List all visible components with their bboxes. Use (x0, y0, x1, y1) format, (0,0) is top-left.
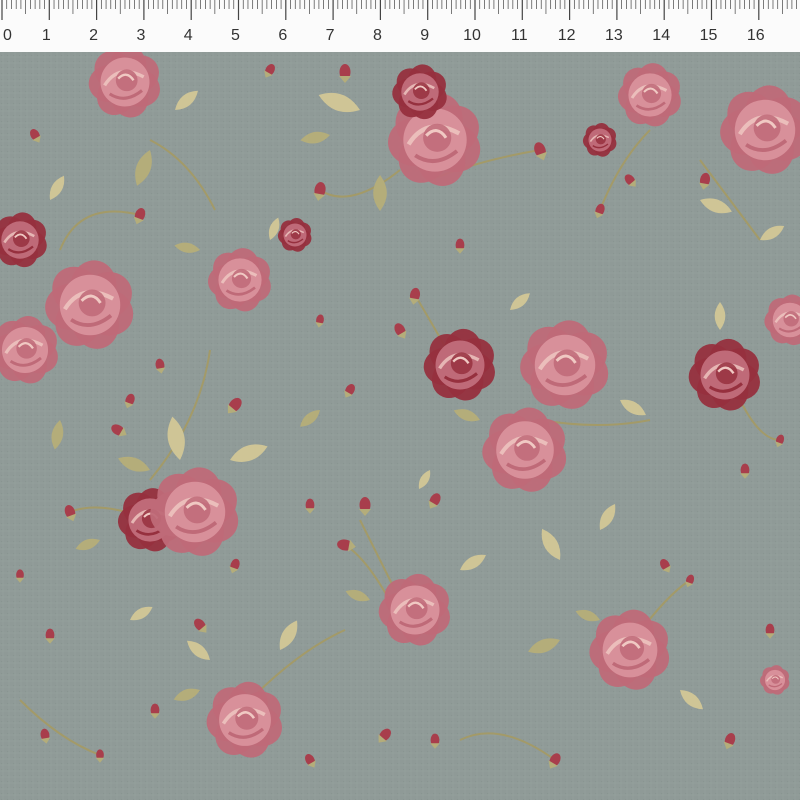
ruler-label: 8 (373, 27, 382, 44)
ruler-label: 14 (652, 27, 670, 44)
ruler-label: 12 (558, 27, 576, 44)
rose-fabric-pattern (0, 52, 800, 800)
ruler-label: 1 (42, 27, 51, 44)
ruler-label: 4 (184, 27, 193, 44)
measuring-ruler: 0 1 2 3 4 5 6 7 8 9 10 11 12 13 14 15 16 (0, 0, 800, 53)
fabric-photo: 0 1 2 3 4 5 6 7 8 9 10 11 12 13 14 15 16 (0, 0, 800, 800)
ruler-scale: 0 1 2 3 4 5 6 7 8 9 10 11 12 13 14 15 16 (1, 0, 797, 44)
ruler-label: 2 (89, 27, 98, 44)
ruler-label: 7 (326, 27, 335, 44)
ruler-label: 13 (605, 27, 623, 44)
ruler-label: 6 (278, 27, 287, 44)
ruler-label: 11 (511, 27, 528, 44)
ruler-label: 3 (136, 27, 145, 44)
ruler-label: 9 (420, 27, 429, 44)
ruler-label: 10 (463, 27, 481, 44)
ruler-label: 15 (700, 27, 718, 44)
ruler-label: 0 (3, 27, 12, 44)
ruler-label: 5 (231, 27, 240, 44)
ruler-label: 16 (747, 27, 765, 44)
